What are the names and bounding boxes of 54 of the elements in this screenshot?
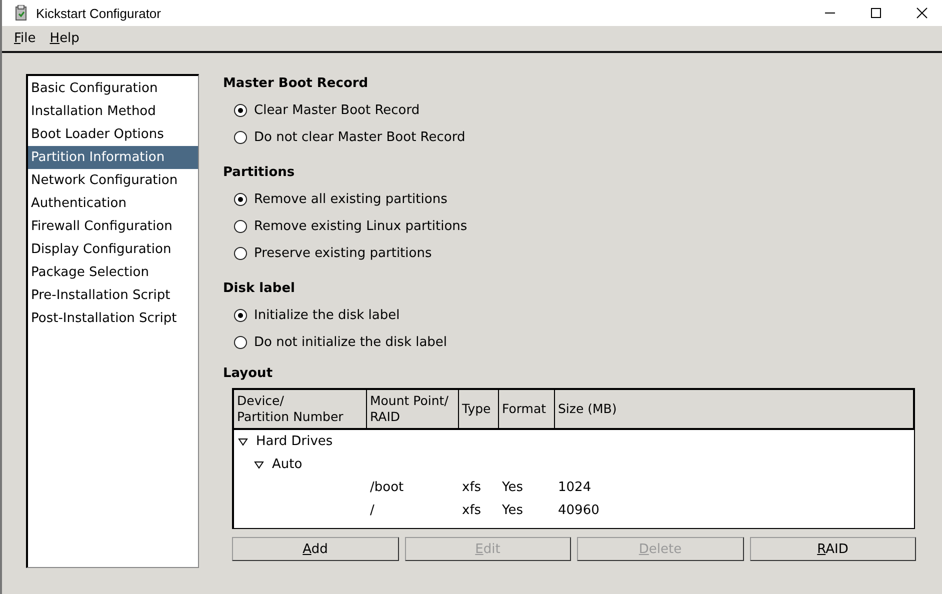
radio-label[interactable]: Clear Master Boot Record	[254, 103, 420, 118]
sidebar-item[interactable]: Post-Installation Script	[28, 307, 198, 330]
sidebar-item[interactable]: Partition Information	[28, 146, 198, 169]
table-cell-text: Yes	[501, 503, 524, 518]
table-cell-text: 1024	[557, 480, 592, 495]
sidebar-item[interactable]: Network Configuration	[28, 169, 198, 192]
tree-node[interactable]: Hard Drives	[256, 434, 333, 449]
sidebar-item[interactable]: Installation Method	[28, 100, 198, 123]
app-icon	[14, 5, 28, 21]
section-heading: Partitions	[223, 164, 296, 182]
radio-label[interactable]: Do not clear Master Boot Record	[254, 130, 466, 145]
radio-button[interactable]	[234, 336, 247, 349]
sidebar-item[interactable]: Package Selection	[28, 261, 198, 284]
table-cell-text: xfs	[461, 480, 482, 495]
radio-label[interactable]: Remove all existing partitions	[254, 192, 448, 207]
expander-icon[interactable]	[254, 460, 264, 470]
radio-button[interactable]	[234, 104, 247, 117]
radio-label[interactable]: Remove existing Linux partitions	[254, 219, 468, 234]
table-cell-text: /	[369, 503, 376, 518]
action-button[interactable]: RAID	[750, 537, 916, 561]
menu-item[interactable]: File	[14, 31, 36, 46]
action-button[interactable]: Add	[232, 537, 398, 561]
table-cell-text: Yes	[501, 480, 524, 495]
sidebar-item[interactable]: Boot Loader Options	[28, 123, 198, 146]
radio-label[interactable]: Do not initialize the disk label	[254, 335, 448, 350]
section-heading: Disk label	[223, 280, 296, 298]
tree-node[interactable]: Auto	[272, 457, 302, 472]
column-header[interactable]: Size (MB)	[555, 390, 914, 428]
window-title: Kickstart Configurator	[36, 6, 161, 20]
column-header[interactable]: Type	[459, 390, 499, 428]
column-header[interactable]: Format	[499, 390, 555, 428]
table-cell-text: 40960	[557, 503, 600, 518]
radio-label[interactable]: Initialize the disk label	[254, 308, 400, 323]
sidebar-item[interactable]: Basic Configuration	[28, 77, 198, 100]
table-cell-text: /boot	[369, 480, 405, 495]
column-header[interactable]: Device/ Partition Number	[234, 390, 367, 428]
section-heading: Master Boot Record	[223, 75, 370, 93]
section-heading: Layout	[223, 365, 274, 383]
radio-button[interactable]	[234, 193, 247, 206]
close-icon[interactable]	[916, 7, 928, 19]
maximize-icon[interactable]	[870, 7, 882, 19]
radio-button[interactable]	[234, 131, 247, 144]
column-header[interactable]: Mount Point/ RAID	[367, 390, 459, 428]
sidebar-item[interactable]: Pre-Installation Script	[28, 284, 198, 307]
radio-label[interactable]: Preserve existing partitions	[254, 246, 432, 261]
radio-button[interactable]	[234, 220, 247, 233]
radio-button[interactable]	[234, 309, 247, 322]
sidebar-item[interactable]: Firewall Configuration	[28, 215, 198, 238]
radio-button[interactable]	[234, 247, 247, 260]
sidebar-item[interactable]: Display Configuration	[28, 238, 198, 261]
sidebar-item[interactable]: Authentication	[28, 192, 198, 215]
expander-icon[interactable]	[238, 436, 248, 446]
menu-item[interactable]: Help	[50, 31, 80, 46]
table-cell-text: xfs	[461, 503, 482, 518]
